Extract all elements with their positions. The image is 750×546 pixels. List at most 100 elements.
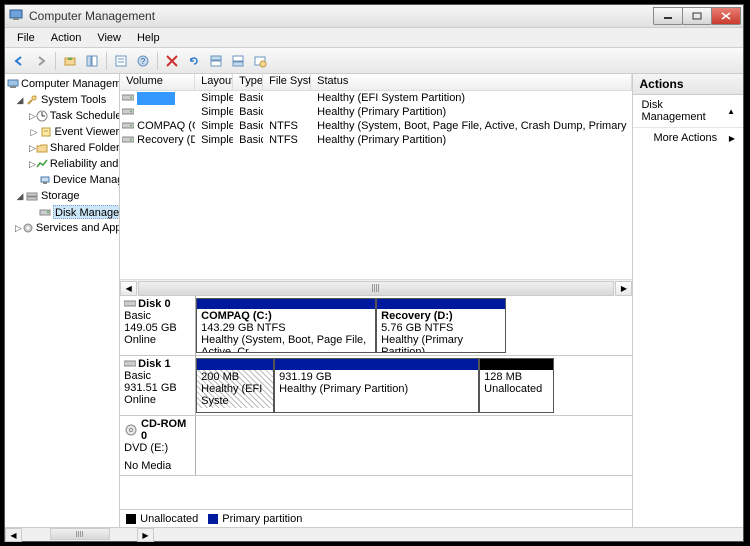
cell-fs: NTFS: [263, 134, 311, 146]
cdrom-info[interactable]: CD-ROM 0 DVD (E:) No Media: [120, 416, 196, 475]
disk-type: Basic: [124, 310, 191, 322]
expand-icon[interactable]: ▷: [29, 143, 36, 154]
nav-tree[interactable]: Computer Management (Local ◢System Tools…: [5, 74, 120, 527]
partition-name: COMPAQ (C:): [201, 310, 371, 322]
expand-icon[interactable]: ▷: [29, 159, 36, 170]
cdrom-state: No Media: [124, 460, 191, 472]
partition[interactable]: Recovery (D:)5.76 GB NTFSHealthy (Primar…: [376, 298, 506, 353]
cell-fs: NTFS: [263, 120, 311, 132]
toolbar: ?: [5, 48, 743, 74]
menu-help[interactable]: Help: [129, 30, 168, 46]
tree-label: Storage: [41, 190, 80, 202]
volume-hscroll[interactable]: ◀ ▶: [120, 279, 632, 296]
delete-button[interactable]: [162, 51, 182, 71]
disk-icon: [39, 205, 51, 219]
tree-shared[interactable]: ▷Shared Folders: [5, 140, 119, 156]
disk-type: Basic: [124, 370, 191, 382]
volume-name: Recovery (D:): [137, 134, 195, 146]
volume-row[interactable]: COMPAQ (C:)SimpleBasicNTFSHealthy (Syste…: [120, 119, 632, 133]
view-top-button[interactable]: [206, 51, 226, 71]
folder-icon: [36, 141, 48, 155]
scroll-thumb[interactable]: [138, 281, 614, 296]
tree-reliability[interactable]: ▷Reliability and Performa: [5, 156, 119, 172]
disk-row[interactable]: Disk 1Basic931.51 GBOnline200 MBHealthy …: [120, 356, 632, 416]
view-bottom-button[interactable]: [228, 51, 248, 71]
disk-graphical-view[interactable]: Disk 0Basic149.05 GBOnlineCOMPAQ (C:)143…: [120, 296, 632, 509]
tree-task[interactable]: ▷Task Scheduler: [5, 108, 119, 124]
close-button[interactable]: [711, 7, 741, 25]
action-disk-management[interactable]: Disk Management▲: [633, 95, 743, 128]
expand-icon[interactable]: ▷: [15, 223, 22, 234]
col-filesystem[interactable]: File System: [263, 74, 311, 90]
col-type[interactable]: Type: [233, 74, 263, 90]
col-layout[interactable]: Layout: [195, 74, 233, 90]
help2-button[interactable]: ?: [133, 51, 153, 71]
up-button[interactable]: [60, 51, 80, 71]
volume-list-header[interactable]: Volume Layout Type File System Status: [120, 74, 632, 91]
scroll-track[interactable]: [22, 528, 137, 541]
maximize-button[interactable]: [682, 7, 712, 25]
refresh-button[interactable]: [184, 51, 204, 71]
action-more[interactable]: More Actions▶: [633, 128, 743, 148]
menubar: File Action View Help: [5, 28, 743, 48]
menu-file[interactable]: File: [9, 30, 43, 46]
minimize-button[interactable]: [653, 7, 683, 25]
tree-devmgr[interactable]: Device Manager: [5, 172, 119, 188]
show-hide-tree-button[interactable]: [82, 51, 102, 71]
expand-icon[interactable]: ▷: [29, 111, 36, 122]
properties-button[interactable]: [111, 51, 131, 71]
col-volume[interactable]: Volume: [120, 74, 195, 90]
tree-root-label: Computer Management (Local: [21, 78, 120, 90]
partition[interactable]: 200 MBHealthy (EFI Syste: [196, 358, 274, 413]
tree-label: Device Manager: [53, 174, 120, 186]
partition[interactable]: 931.19 GBHealthy (Primary Partition): [274, 358, 479, 413]
partition-size: 5.76 GB NTFS: [381, 322, 501, 334]
tree-storage[interactable]: ◢ Storage: [5, 188, 119, 204]
scroll-right-icon[interactable]: ▶: [137, 528, 154, 542]
collapse-icon[interactable]: ◢: [15, 95, 25, 106]
bottom-scroll: ◀ ▶: [5, 527, 743, 541]
volume-row[interactable]: Recovery (D:)SimpleBasicNTFSHealthy (Pri…: [120, 133, 632, 147]
cell-layout: Simple: [195, 134, 233, 146]
volume-list[interactable]: Volume Layout Type File System Status Si…: [120, 74, 632, 296]
legend-primary: Primary partition: [208, 513, 302, 525]
volume-row[interactable]: SimpleBasicHealthy (EFI System Partition…: [120, 91, 632, 105]
partition-size: 128 MB: [484, 371, 549, 383]
clock-icon: [36, 109, 48, 123]
disk-info[interactable]: Disk 1Basic931.51 GBOnline: [120, 356, 196, 415]
partition[interactable]: COMPAQ (C:)143.29 GB NTFSHealthy (System…: [196, 298, 376, 353]
titlebar[interactable]: Computer Management: [5, 5, 743, 28]
tree-event[interactable]: ▷Event Viewer: [5, 124, 119, 140]
device-icon: [39, 173, 51, 187]
expand-icon[interactable]: ▷: [29, 127, 39, 138]
disk-row[interactable]: Disk 0Basic149.05 GBOnlineCOMPAQ (C:)143…: [120, 296, 632, 356]
col-status[interactable]: Status: [311, 74, 632, 90]
disk-icon: [124, 359, 136, 369]
scroll-thumb[interactable]: [50, 528, 110, 540]
chevron-up-icon: ▲: [727, 107, 735, 116]
disk-info[interactable]: Disk 0Basic149.05 GBOnline: [120, 296, 196, 355]
menu-view[interactable]: View: [89, 30, 129, 46]
partition-status: Healthy (Primary Partition): [279, 383, 474, 395]
partition[interactable]: 128 MBUnallocated: [479, 358, 554, 413]
cell-type: Basic: [233, 120, 263, 132]
settings-button[interactable]: [250, 51, 270, 71]
forward-button[interactable]: [31, 51, 51, 71]
volume-row[interactable]: SimpleBasicHealthy (Primary Partition): [120, 105, 632, 119]
cell-layout: Simple: [195, 92, 233, 104]
cdrom-drive: DVD (E:): [124, 442, 191, 454]
scroll-right-icon[interactable]: ▶: [615, 281, 632, 296]
tree-diskmgmt[interactable]: Disk Management: [5, 204, 119, 220]
scroll-left-icon[interactable]: ◀: [5, 528, 22, 542]
cdrom-name: CD-ROM 0: [141, 418, 191, 442]
tree-services[interactable]: ▷Services and Applications: [5, 220, 119, 236]
menu-action[interactable]: Action: [43, 30, 90, 46]
tree-root[interactable]: Computer Management (Local: [5, 76, 119, 92]
scroll-left-icon[interactable]: ◀: [120, 281, 137, 296]
back-button[interactable]: [9, 51, 29, 71]
cell-type: Basic: [233, 92, 263, 104]
disk-name: Disk 1: [138, 358, 170, 370]
tree-systools[interactable]: ◢System Tools: [5, 92, 119, 108]
storage-icon: [25, 189, 39, 203]
collapse-icon[interactable]: ◢: [15, 191, 25, 202]
